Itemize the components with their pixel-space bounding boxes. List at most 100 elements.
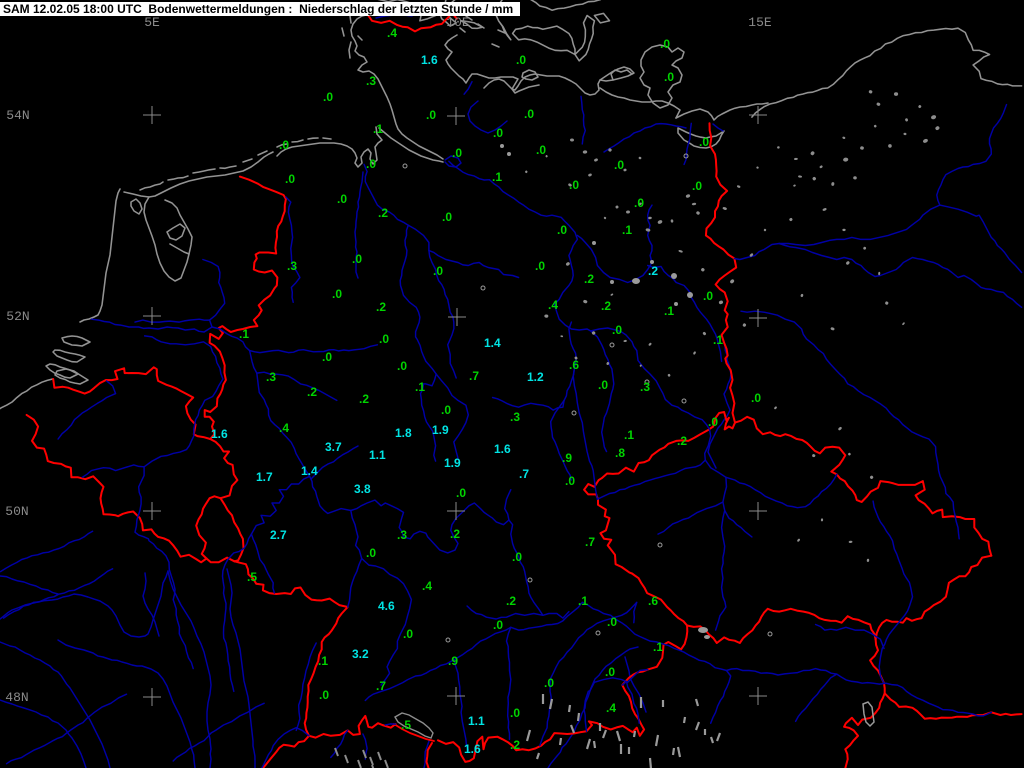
svg-text:.3: .3 [366, 74, 376, 88]
svg-text:.0: .0 [319, 688, 329, 702]
svg-text:.0: .0 [535, 259, 545, 273]
svg-text:1.4: 1.4 [484, 336, 501, 350]
svg-text:1.9: 1.9 [432, 423, 449, 437]
svg-text:.4: .4 [548, 298, 558, 312]
svg-text:.7: .7 [469, 369, 479, 383]
svg-text:.3: .3 [397, 528, 407, 542]
svg-text:.9: .9 [448, 654, 458, 668]
svg-text:5E: 5E [144, 15, 160, 30]
svg-text:.0: .0 [708, 415, 718, 429]
svg-text:.6: .6 [648, 594, 658, 608]
svg-text:1.6: 1.6 [211, 427, 228, 441]
svg-text:.0: .0 [516, 53, 526, 67]
svg-text:.3: .3 [287, 259, 297, 273]
svg-text:.0: .0 [512, 550, 522, 564]
svg-text:.1: .1 [713, 333, 723, 347]
svg-text:1.4: 1.4 [301, 464, 318, 478]
svg-text:.7: .7 [585, 535, 595, 549]
svg-text:.7: .7 [376, 679, 386, 693]
svg-text:3.2: 3.2 [352, 647, 369, 661]
svg-text:.3: .3 [266, 370, 276, 384]
svg-text:.1: .1 [622, 223, 632, 237]
svg-text:.2: .2 [506, 594, 516, 608]
svg-text:.0: .0 [544, 676, 554, 690]
svg-text:.0: .0 [322, 350, 332, 364]
svg-text:.2: .2 [510, 738, 520, 752]
svg-text:.0: .0 [660, 37, 670, 51]
svg-text:.0: .0 [441, 403, 451, 417]
svg-text:.2: .2 [677, 434, 687, 448]
svg-text:.0: .0 [664, 70, 674, 84]
svg-text:.1: .1 [373, 122, 383, 136]
svg-text:.6: .6 [569, 358, 579, 372]
svg-text:.1: .1 [578, 594, 588, 608]
svg-text:.0: .0 [605, 665, 615, 679]
svg-text:.4: .4 [606, 701, 616, 715]
svg-text:.5: .5 [247, 570, 257, 584]
svg-text:.8: .8 [615, 446, 625, 460]
svg-text:.2: .2 [450, 527, 460, 541]
svg-text:15E: 15E [748, 15, 772, 30]
svg-text:.0: .0 [403, 627, 413, 641]
svg-text:.2: .2 [378, 206, 388, 220]
svg-text:1.2: 1.2 [527, 370, 544, 384]
svg-text:.5: .5 [401, 718, 411, 732]
svg-text:.0: .0 [366, 546, 376, 560]
svg-text:52N: 52N [6, 309, 29, 324]
svg-text:.1: .1 [239, 327, 249, 341]
svg-text:.0: .0 [285, 172, 295, 186]
svg-text:54N: 54N [6, 108, 29, 123]
svg-text:.0: .0 [614, 158, 624, 172]
svg-text:.1: .1 [624, 428, 634, 442]
svg-text:1.6: 1.6 [494, 442, 511, 456]
svg-text:.2: .2 [584, 272, 594, 286]
svg-text:.2: .2 [601, 299, 611, 313]
svg-text:.1: .1 [653, 640, 663, 654]
svg-text:.0: .0 [493, 126, 503, 140]
svg-text:.0: .0 [493, 618, 503, 632]
svg-text:1.9: 1.9 [444, 456, 461, 470]
svg-text:.0: .0 [612, 323, 622, 337]
svg-text:.1: .1 [664, 304, 674, 318]
svg-text:.4: .4 [279, 421, 289, 435]
svg-text:48N: 48N [5, 690, 28, 705]
svg-text:.2: .2 [648, 264, 658, 278]
svg-text:.0: .0 [699, 135, 709, 149]
svg-text:.0: .0 [433, 264, 443, 278]
svg-text:.0: .0 [456, 486, 466, 500]
svg-text:.0: .0 [510, 706, 520, 720]
svg-text:50N: 50N [5, 504, 28, 519]
svg-text:3.7: 3.7 [325, 440, 342, 454]
svg-text:1.1: 1.1 [468, 714, 485, 728]
svg-text:.2: .2 [307, 385, 317, 399]
svg-text:.9: .9 [562, 451, 572, 465]
svg-text:4.6: 4.6 [378, 599, 395, 613]
svg-text:.0: .0 [557, 223, 567, 237]
svg-text:1.8: 1.8 [395, 426, 412, 440]
svg-text:.3: .3 [640, 380, 650, 394]
svg-text:.0: .0 [279, 138, 289, 152]
svg-text:.0: .0 [751, 391, 761, 405]
svg-text:.1: .1 [318, 654, 328, 668]
svg-text:.4: .4 [422, 579, 432, 593]
svg-text:.0: .0 [366, 157, 376, 171]
svg-text:.0: .0 [565, 474, 575, 488]
svg-text:.0: .0 [442, 210, 452, 224]
svg-text:.0: .0 [397, 359, 407, 373]
svg-text:.0: .0 [332, 287, 342, 301]
svg-text:.0: .0 [524, 107, 534, 121]
svg-text:1.6: 1.6 [421, 53, 438, 67]
svg-text:.0: .0 [703, 289, 713, 303]
svg-text:.0: .0 [379, 332, 389, 346]
svg-text:10E: 10E [446, 15, 470, 30]
svg-text:.1: .1 [492, 170, 502, 184]
svg-text:.0: .0 [426, 108, 436, 122]
svg-text:.2: .2 [359, 392, 369, 406]
svg-text:1.1: 1.1 [369, 448, 386, 462]
svg-text:.7: .7 [519, 467, 529, 481]
svg-text:.0: .0 [452, 146, 462, 160]
svg-text:1.6: 1.6 [464, 742, 481, 756]
svg-text:.2: .2 [376, 300, 386, 314]
svg-text:1.7: 1.7 [256, 470, 273, 484]
svg-text:.0: .0 [323, 90, 333, 104]
